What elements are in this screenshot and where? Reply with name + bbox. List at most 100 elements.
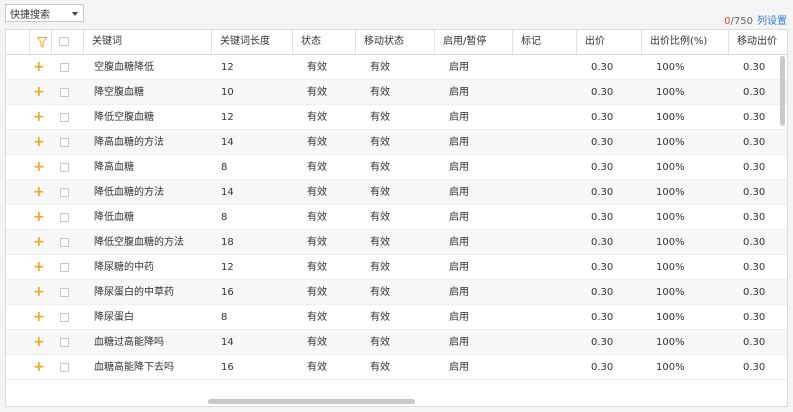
row-checkbox[interactable]: [60, 113, 69, 122]
header-bid-ratio[interactable]: 出价比例(%): [642, 30, 729, 54]
row-checkbox[interactable]: [60, 138, 69, 147]
column-settings-link[interactable]: 列设置: [757, 16, 787, 27]
cell-keyword-length: 8: [221, 162, 228, 173]
row-checkbox[interactable]: [60, 188, 69, 197]
header-label: 关键词长度: [220, 36, 270, 47]
keyword-table: 关键词 关键词长度 状态 移动状态 启用/暂停 标记 出价 出价比例(%) 移动…: [5, 29, 788, 407]
cell-bid-ratio: 100%: [656, 112, 685, 123]
cell-bid-ratio: 100%: [656, 187, 685, 198]
table-row[interactable]: + 血糖过高能降吗 14 有效 有效 启用 0.30 100% 0.30: [6, 330, 787, 355]
cell-bid: 0.30: [591, 237, 614, 248]
cell-enable-pause: 启用: [449, 362, 469, 373]
cell-status: 有效: [307, 162, 327, 173]
header-mobile-bid[interactable]: 移动出价: [729, 30, 787, 54]
header-keyword[interactable]: 关键词: [84, 30, 212, 54]
cell-bid-ratio: 100%: [656, 337, 685, 348]
plus-icon[interactable]: +: [33, 355, 45, 380]
cell-keyword-length: 12: [221, 262, 234, 273]
cell-enable-pause: 启用: [449, 312, 469, 323]
row-checkbox[interactable]: [60, 238, 69, 247]
header-mark[interactable]: 标记: [513, 30, 577, 54]
header-label: 出价: [585, 36, 605, 47]
cell-bid-ratio: 100%: [656, 262, 685, 273]
table-row[interactable]: + 降低血糖的方法 14 有效 有效 启用 0.30 100% 0.30: [6, 180, 787, 205]
plus-icon[interactable]: +: [33, 130, 45, 155]
plus-icon[interactable]: +: [33, 230, 45, 255]
plus-icon[interactable]: +: [33, 205, 45, 230]
plus-icon[interactable]: +: [33, 55, 45, 80]
table-row[interactable]: + 降尿蛋白的中草药 16 有效 有效 启用 0.30 100% 0.30: [6, 280, 787, 305]
header-bid[interactable]: 出价: [577, 30, 642, 54]
row-checkbox[interactable]: [60, 63, 69, 72]
row-checkbox[interactable]: [60, 263, 69, 272]
header-enable-pause[interactable]: 启用/暂停: [435, 30, 513, 54]
cell-enable-pause: 启用: [449, 187, 469, 198]
cell-keyword: 降低空腹血糖: [94, 112, 154, 123]
plus-icon[interactable]: +: [33, 330, 45, 355]
cell-mobile-status: 有效: [370, 137, 390, 148]
cell-keyword: 降尿糖的中药: [94, 262, 154, 273]
cell-bid: 0.30: [591, 162, 614, 173]
table-row[interactable]: + 降尿糖的中药 12 有效 有效 启用 0.30 100% 0.30: [6, 255, 787, 280]
header-status[interactable]: 状态: [293, 30, 356, 54]
cell-status: 有效: [307, 187, 327, 198]
cell-mobile-status: 有效: [370, 87, 390, 98]
cell-enable-pause: 启用: [449, 237, 469, 248]
cell-mobile-status: 有效: [370, 212, 390, 223]
vertical-scrollbar[interactable]: [780, 56, 785, 126]
cell-enable-pause: 启用: [449, 87, 469, 98]
row-checkbox[interactable]: [60, 363, 69, 372]
plus-icon[interactable]: +: [33, 255, 45, 280]
cell-mobile-bid: 0.30: [743, 87, 766, 98]
table-row[interactable]: + 降低空腹血糖 12 有效 有效 启用 0.30 100% 0.30: [6, 105, 787, 130]
cell-bid-ratio: 100%: [656, 287, 685, 298]
plus-icon[interactable]: +: [33, 80, 45, 105]
header-label: 状态: [301, 36, 321, 47]
cell-status: 有效: [307, 87, 327, 98]
filter-icon[interactable]: [37, 37, 47, 48]
select-all-checkbox[interactable]: [59, 37, 69, 46]
cell-bid: 0.30: [591, 362, 614, 373]
cell-enable-pause: 启用: [449, 212, 469, 223]
table-row[interactable]: + 降高血糖的方法 14 有效 有效 启用 0.30 100% 0.30: [6, 130, 787, 155]
header-label: 移动出价: [737, 36, 777, 47]
cell-status: 有效: [307, 262, 327, 273]
row-checkbox[interactable]: [60, 163, 69, 172]
plus-icon[interactable]: +: [33, 280, 45, 305]
cell-keyword-length: 12: [221, 112, 234, 123]
horizontal-scrollbar[interactable]: [208, 399, 415, 404]
row-checkbox[interactable]: [60, 88, 69, 97]
row-checkbox[interactable]: [60, 213, 69, 222]
plus-icon[interactable]: +: [33, 105, 45, 130]
plus-icon[interactable]: +: [33, 180, 45, 205]
quick-search-dropdown[interactable]: 快捷搜索: [5, 4, 84, 22]
table-row[interactable]: + 降空腹血糖 10 有效 有效 启用 0.30 100% 0.30: [6, 80, 787, 105]
total-count: /750: [730, 16, 753, 27]
cell-keyword: 降低空腹血糖的方法: [94, 237, 184, 248]
table-row[interactable]: + 降高血糖 8 有效 有效 启用 0.30 100% 0.30: [6, 155, 787, 180]
row-checkbox[interactable]: [60, 313, 69, 322]
header-select-all-col: [52, 30, 84, 54]
table-row[interactable]: + 降尿蛋白 8 有效 有效 启用 0.30 100% 0.30: [6, 305, 787, 330]
header-label: 标记: [521, 36, 541, 47]
header-keyword-length[interactable]: 关键词长度: [212, 30, 293, 54]
plus-icon[interactable]: +: [33, 155, 45, 180]
plus-icon[interactable]: +: [33, 305, 45, 330]
cell-bid-ratio: 100%: [656, 212, 685, 223]
row-checkbox[interactable]: [60, 338, 69, 347]
cell-keyword: 降高血糖的方法: [94, 137, 164, 148]
table-row[interactable]: + 降低空腹血糖的方法 18 有效 有效 启用 0.30 100% 0.30: [6, 230, 787, 255]
cell-bid: 0.30: [591, 212, 614, 223]
table-row[interactable]: + 降低血糖 8 有效 有效 启用 0.30 100% 0.30: [6, 205, 787, 230]
cell-keyword: 降尿蛋白的中草药: [94, 287, 174, 298]
cell-mobile-bid: 0.30: [743, 137, 766, 148]
table-row[interactable]: + 血糖高能降下去吗 16 有效 有效 启用 0.30 100% 0.30: [6, 355, 787, 380]
row-checkbox[interactable]: [60, 288, 69, 297]
table-row[interactable]: + 空腹血糖降低 12 有效 有效 启用 0.30 100% 0.30: [6, 55, 787, 80]
header-label: 移动状态: [364, 36, 404, 47]
cell-mobile-bid: 0.30: [743, 187, 766, 198]
cell-mobile-bid: 0.30: [743, 287, 766, 298]
header-mobile-status[interactable]: 移动状态: [356, 30, 435, 54]
cell-mobile-bid: 0.30: [743, 312, 766, 323]
cell-keyword: 降高血糖: [94, 162, 134, 173]
